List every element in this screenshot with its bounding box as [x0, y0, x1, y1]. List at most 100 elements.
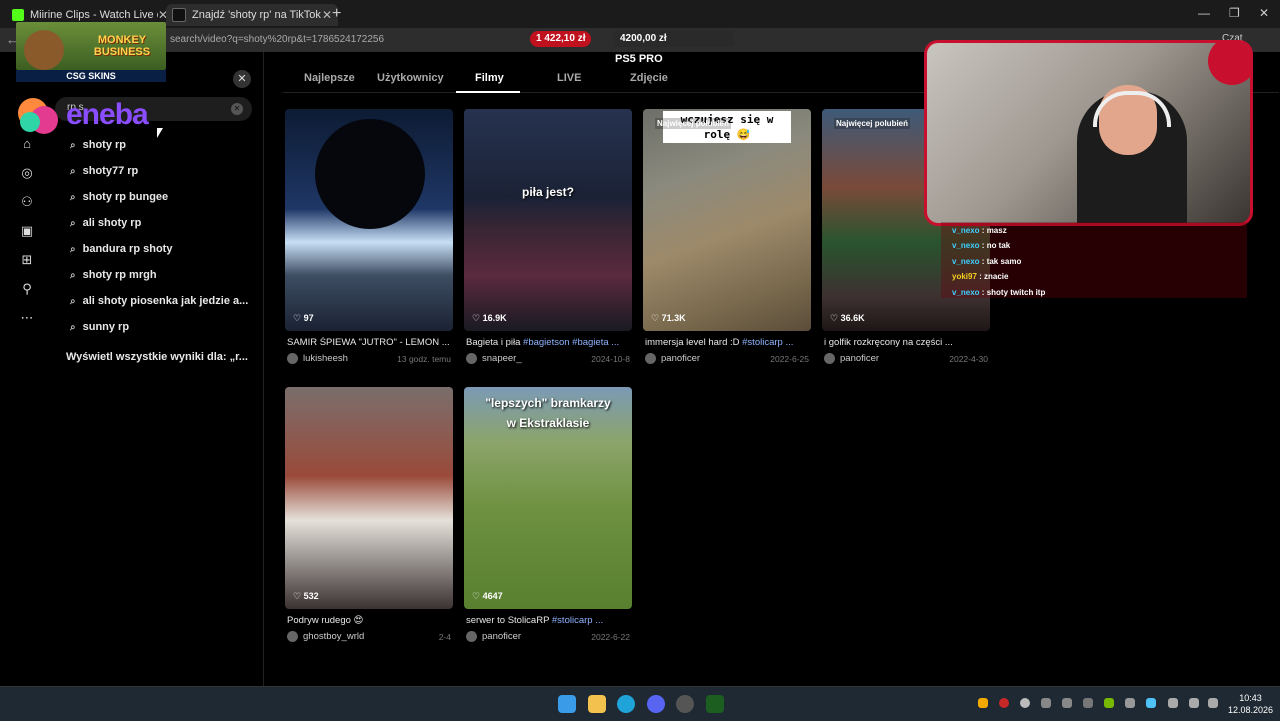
eneba-logo: eneba	[16, 94, 176, 140]
video-description[interactable]: i golfik rozkręcony na części ...	[824, 337, 988, 348]
close-search-button[interactable]: ✕	[233, 70, 251, 88]
close-window-icon[interactable]: ✕	[1259, 6, 1269, 20]
search-icon: ⌕	[70, 217, 76, 229]
suggestion-label: shoty rp bungee	[82, 191, 169, 203]
edge-icon[interactable]	[617, 695, 635, 713]
donation-amount-1: 1 422,10 zł	[530, 31, 592, 47]
paint-splat	[1208, 43, 1250, 85]
url-text[interactable]: search/video?q=shoty%20rp&t=178652417225…	[170, 34, 384, 45]
chat-message: v_nexo : masz	[952, 226, 1007, 235]
more-icon[interactable]: ⋯	[19, 310, 35, 326]
page-title: PS5 PRO	[615, 53, 663, 65]
video-description[interactable]: immersja level hard :D #stolicarp ...	[645, 337, 809, 348]
video-author[interactable]: snapeer_	[466, 353, 522, 364]
start-icon[interactable]	[558, 695, 576, 713]
tray-icon[interactable]	[1020, 698, 1030, 708]
search-suggestion[interactable]: ⌕ bandura rp shoty	[70, 243, 172, 255]
show-all-results-link[interactable]: Wyświetl wszystkie wyniki dla: „r...	[66, 351, 248, 363]
minimize-icon[interactable]: —	[1198, 6, 1210, 20]
tray-icon[interactable]	[1125, 698, 1135, 708]
tab-filmy[interactable]: Filmy	[475, 72, 504, 84]
video-thumbnail[interactable]: ♡ 97	[285, 109, 453, 331]
close-tab-icon[interactable]: ✕	[322, 8, 332, 22]
search-suggestion[interactable]: ⌕ ali shoty rp	[70, 217, 141, 229]
search-suggestion[interactable]: ⌕ shoty rp mrgh	[70, 269, 157, 281]
video-thumbnail[interactable]: piła jest? ♡ 16.9K	[464, 109, 632, 331]
windows-taskbar: 10:43 12.08.2026	[0, 686, 1280, 721]
search-suggestion[interactable]: ⌕ ali shoty piosenka jak jedzie a...	[70, 295, 248, 307]
following-icon[interactable]: ⚇	[19, 194, 35, 210]
avatar	[466, 631, 477, 642]
obs-icon[interactable]	[676, 695, 694, 713]
video-thumbnail[interactable]: ♡ 532	[285, 387, 453, 609]
discord-icon[interactable]	[647, 695, 665, 713]
video-date: 13 godz. temu	[397, 354, 451, 364]
upload-icon[interactable]: ⊞	[19, 252, 35, 268]
left-sidebar	[0, 52, 264, 686]
profile-icon[interactable]: ⚲	[19, 281, 35, 297]
video-author[interactable]: ghostboy_wrld	[287, 631, 364, 642]
tab-live[interactable]: LIVE	[557, 72, 581, 84]
video-author[interactable]: panoficer	[466, 631, 521, 642]
video-thumbnail[interactable]: wczujesz się w rolę 😅 Najwięcej polubień…	[643, 109, 811, 331]
suggestion-label: shoty rp	[82, 139, 127, 151]
tray-icon[interactable]	[1146, 698, 1156, 708]
avatar	[287, 353, 298, 364]
restore-icon[interactable]: ❐	[1229, 6, 1240, 20]
avatar	[824, 353, 835, 364]
tray-icon[interactable]	[1083, 698, 1093, 708]
tab-title: Znajdź 'shoty rp' na TikTok | Wysz	[192, 9, 322, 21]
avatar	[466, 353, 477, 364]
search-suggestion[interactable]: ⌕ sunny rp	[70, 321, 129, 333]
search-icon: ⌕	[70, 269, 76, 281]
mouse-cursor-icon	[157, 128, 163, 138]
video-thumbnail[interactable]: "lepszych" bramkarzy w Ekstraklasie ♡ 46…	[464, 387, 632, 609]
kick-icon	[12, 9, 24, 21]
eneba-wordmark: eneba	[66, 98, 149, 131]
tab-uzytkownicy[interactable]: Użytkownicy	[377, 72, 444, 84]
tiktok-icon	[172, 8, 186, 22]
search-icon: ⌕	[70, 295, 76, 307]
search-suggestion[interactable]: ⌕ shoty77 rp	[70, 165, 138, 177]
tray-icon[interactable]	[999, 698, 1009, 708]
tray-icon[interactable]	[978, 698, 988, 708]
monkey-image	[24, 30, 64, 70]
video-description[interactable]: SAMIR ŚPIEWA "JUTRO" - LEMON ...	[287, 337, 451, 348]
search-suggestion[interactable]: ⌕ shoty rp bungee	[70, 191, 168, 203]
browser-tab-tiktok[interactable]: Znajdź 'shoty rp' na TikTok | Wysz ✕	[166, 4, 338, 26]
avatar	[645, 353, 656, 364]
tray-icon[interactable]	[1041, 698, 1051, 708]
app-icon[interactable]	[706, 695, 724, 713]
tray-icon[interactable]	[1062, 698, 1072, 708]
video-author[interactable]: lukisheesh	[287, 353, 348, 364]
video-description[interactable]: Podryw rudego 😍	[287, 615, 451, 626]
donation-amount-3	[672, 31, 734, 47]
search-suggestion[interactable]: ⌕ shoty rp	[70, 139, 126, 151]
like-count: ♡ 97	[293, 313, 314, 323]
taskbar-clock[interactable]: 10:43 12.08.2026	[1228, 692, 1273, 716]
avatar	[287, 631, 298, 642]
monkey-business-ad: MONKEY BUSINESS	[16, 22, 166, 70]
active-tab-indicator	[456, 91, 520, 93]
network-icon[interactable]	[1189, 698, 1199, 708]
tray-icon[interactable]	[1104, 698, 1114, 708]
microphone-icon[interactable]	[1168, 698, 1178, 708]
video-description[interactable]: Bagieta i piła #bagietson #bagieta ...	[466, 337, 630, 348]
file-explorer-icon[interactable]	[588, 695, 606, 713]
csg-skins-banner: CSG SKINS	[16, 70, 166, 82]
video-author[interactable]: panoficer	[645, 353, 700, 364]
video-author[interactable]: panoficer	[824, 353, 879, 364]
suggestion-label: ali shoty rp	[82, 217, 142, 229]
search-icon: ⌕	[70, 191, 76, 203]
live-icon[interactable]: ▣	[19, 223, 35, 239]
chat-message: v_nexo : tak samo	[952, 257, 1022, 266]
tab-zdjecie[interactable]: Zdjęcie	[630, 72, 668, 84]
new-tab-icon[interactable]: +	[332, 5, 341, 23]
tab-najlepsze[interactable]: Najlepsze	[304, 72, 355, 84]
volume-icon[interactable]	[1208, 698, 1218, 708]
search-icon: ⌕	[70, 165, 76, 177]
video-description[interactable]: serwer to StolicaRP #stolicarp ...	[466, 615, 630, 626]
explore-icon[interactable]: ◎	[19, 165, 35, 181]
video-overlay-text: "lepszych" bramkarzy w Ekstraklasie	[485, 396, 611, 430]
clear-search-icon[interactable]: ✕	[231, 103, 243, 115]
